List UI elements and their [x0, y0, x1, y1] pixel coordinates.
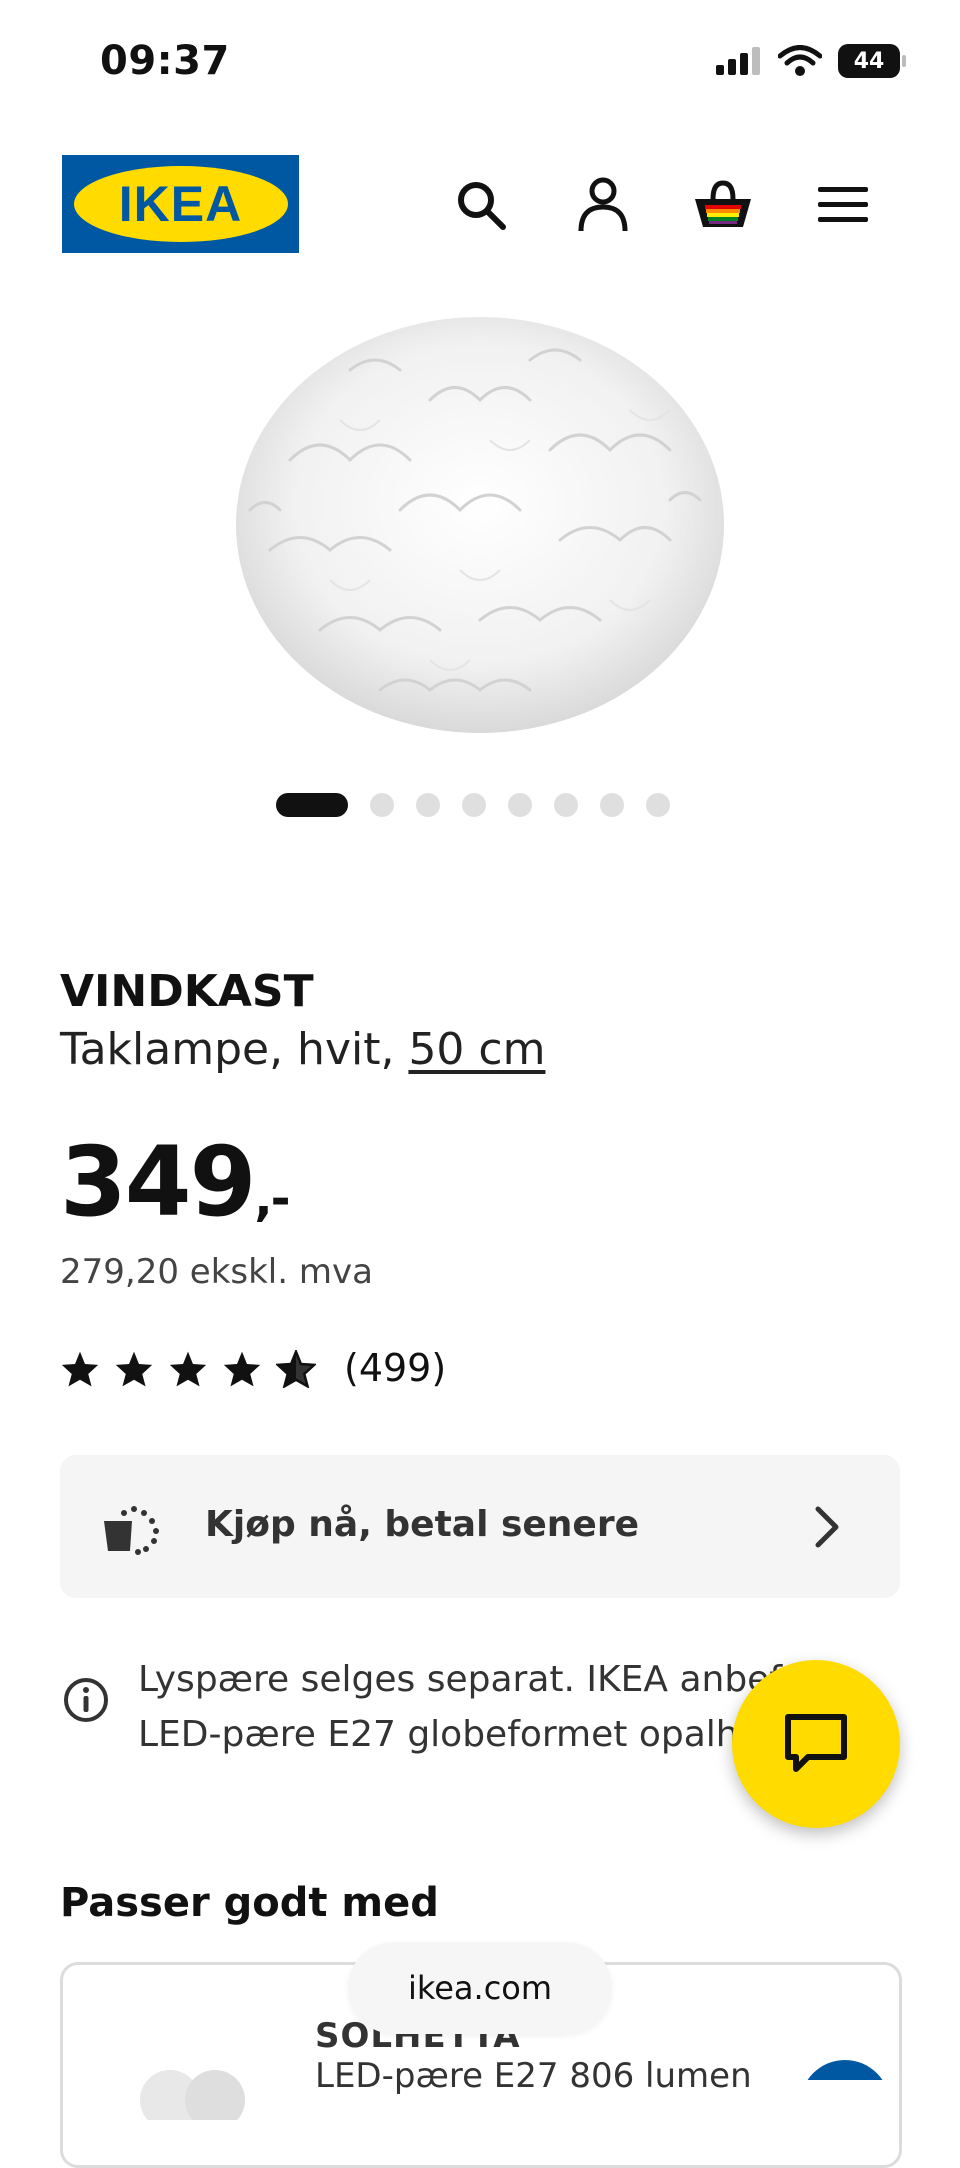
carousel-dot-6[interactable] [554, 793, 578, 817]
battery-indicator: 44 [838, 44, 906, 78]
status-icons: 44 [714, 44, 906, 78]
recommendation-image [130, 2060, 250, 2130]
size-link[interactable]: 50 cm [408, 1024, 545, 1075]
chevron-right-icon [812, 1505, 842, 1553]
carousel-dot-3[interactable] [416, 793, 440, 817]
price-main: 349 [60, 1126, 256, 1238]
product-name: VINDKAST [60, 966, 314, 1017]
star-icon [115, 1351, 153, 1387]
review-count[interactable]: (499) [344, 1346, 446, 1390]
rating-stars[interactable] [60, 1350, 316, 1388]
product-image[interactable] [230, 310, 730, 740]
carousel-dot-1[interactable] [276, 793, 348, 817]
star-icon [169, 1351, 207, 1387]
product-description: Taklampe, hvit, 50 cm [60, 1024, 545, 1075]
chat-button[interactable] [732, 1660, 900, 1828]
star-icon [61, 1351, 99, 1387]
account-icon[interactable] [570, 172, 636, 238]
search-icon[interactable] [448, 172, 514, 238]
price-suffix: ,- [254, 1171, 290, 1227]
product-price: 349,- [60, 1126, 291, 1238]
recommendation-description: LED-pære E27 806 lumen [315, 2056, 752, 2096]
cart-icon[interactable] [690, 172, 756, 238]
info-icon [62, 1676, 110, 1728]
wifi-icon [778, 45, 822, 76]
star-icon [223, 1351, 261, 1387]
carousel-dot-5[interactable] [508, 793, 532, 817]
ikea-logo[interactable]: IKEA [62, 155, 299, 253]
chat-icon [785, 1714, 847, 1772]
image-carousel-dots[interactable] [276, 793, 670, 817]
payment-icon [102, 1505, 162, 1559]
menu-icon[interactable] [810, 172, 876, 238]
section-title: Passer godt med [60, 1880, 439, 1926]
product-description-text: Taklampe, hvit, [60, 1024, 409, 1075]
status-time: 09:37 [100, 38, 230, 84]
carousel-dot-2[interactable] [370, 793, 394, 817]
half-star-icon [276, 1350, 316, 1388]
signal-icon [716, 47, 760, 75]
logo-text: IKEA [73, 166, 288, 242]
add-to-cart-button[interactable] [800, 2060, 890, 2080]
carousel-dot-8[interactable] [646, 793, 670, 817]
price-ex-vat: 279,20 ekskl. mva [60, 1252, 373, 1292]
url-bar[interactable]: ikea.com [348, 1942, 612, 2034]
bnpl-label: Kjøp nå, betal senere [205, 1504, 640, 1545]
carousel-dot-4[interactable] [462, 793, 486, 817]
carousel-dot-7[interactable] [600, 793, 624, 817]
